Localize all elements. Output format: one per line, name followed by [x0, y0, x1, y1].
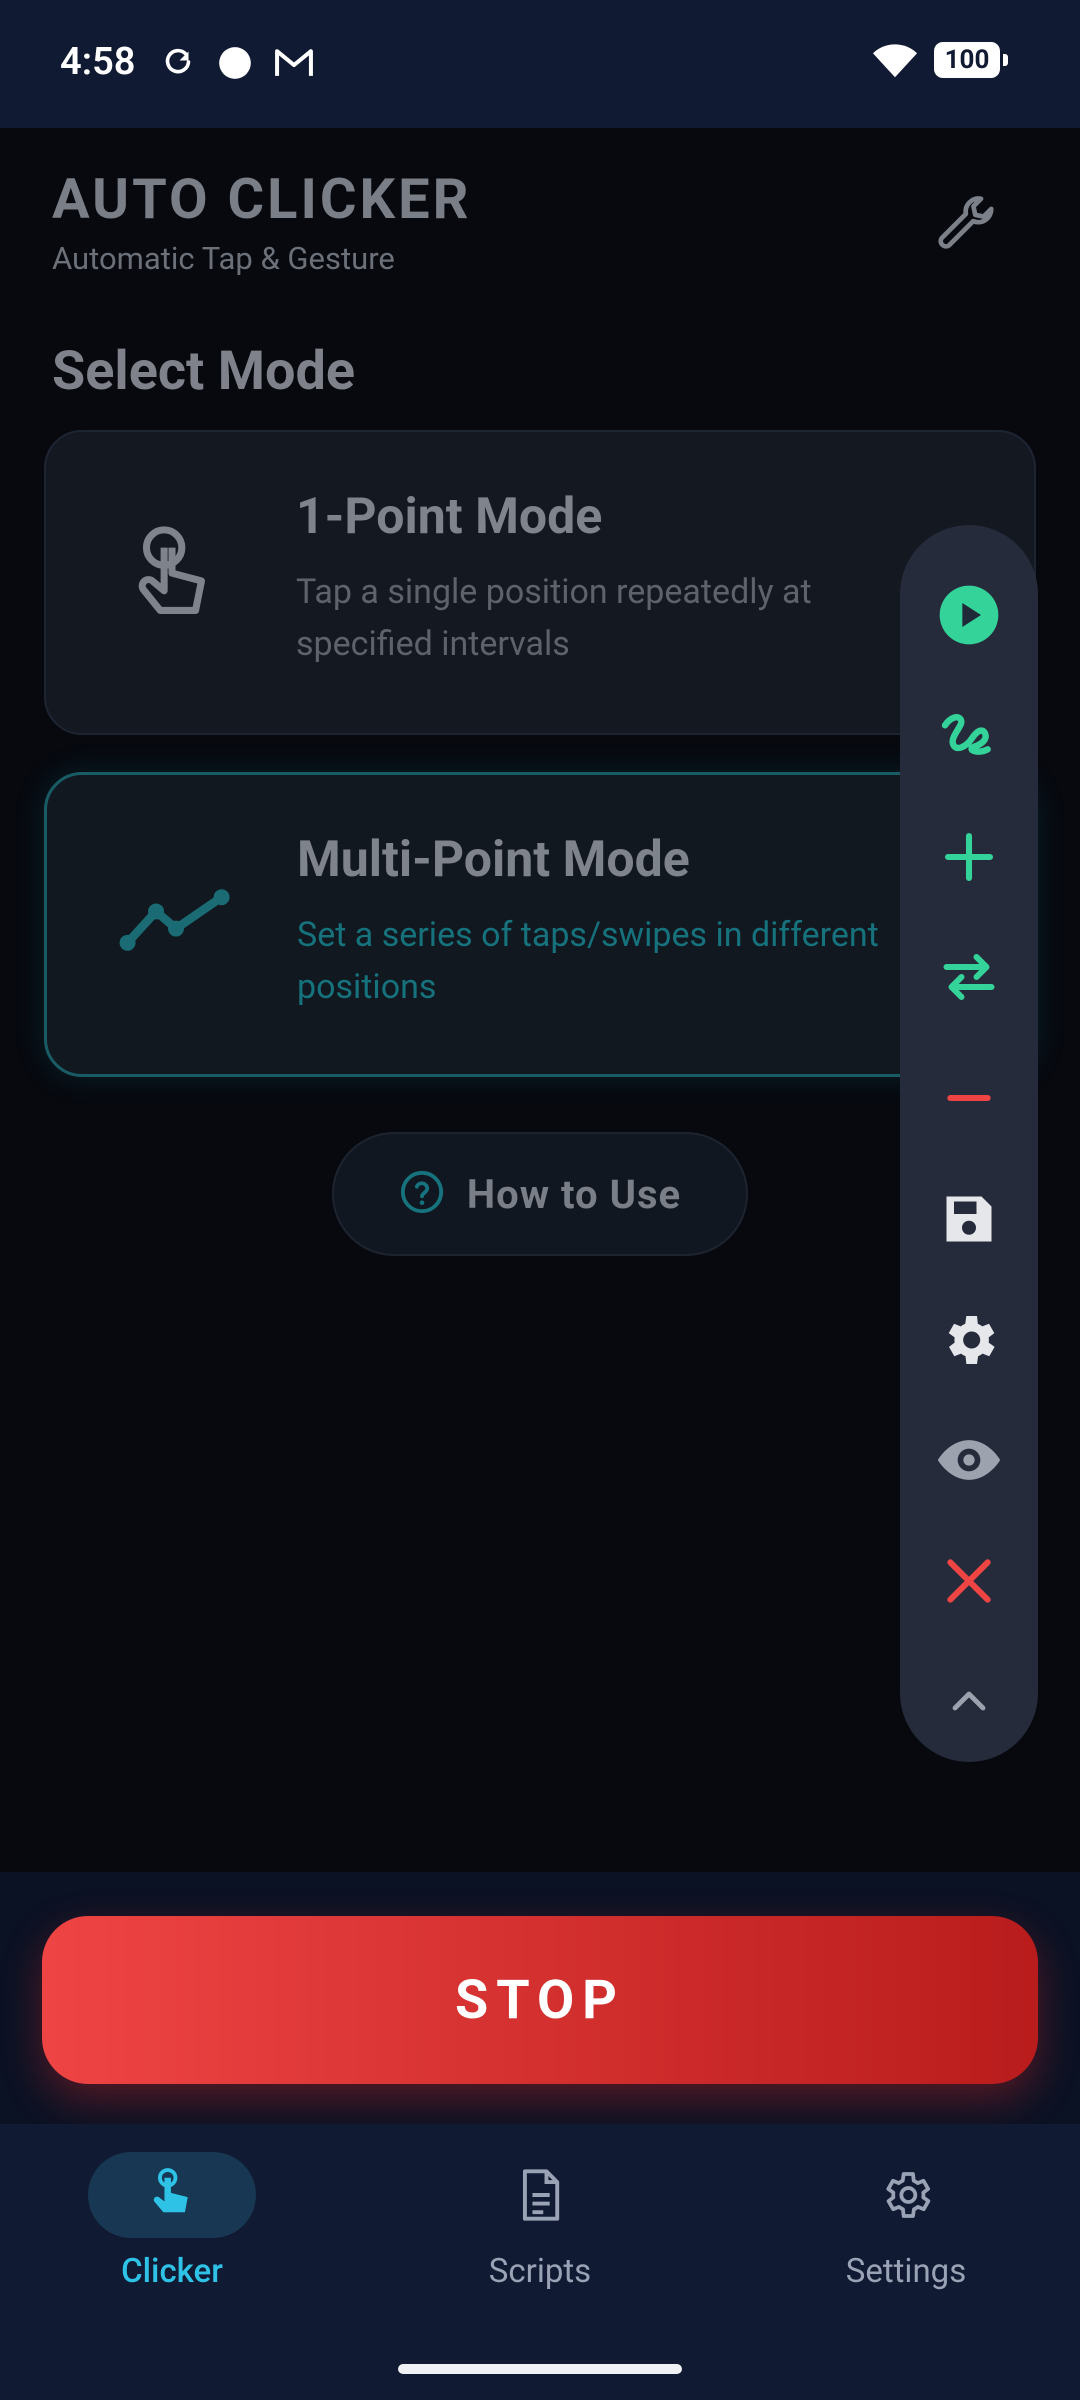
how-to-use-label: How to Use: [466, 1170, 682, 1218]
settings-icon[interactable]: [900, 1279, 1038, 1400]
wrench-icon[interactable]: [930, 190, 1000, 264]
play-icon[interactable]: [900, 555, 1038, 676]
eye-icon[interactable]: [900, 1400, 1038, 1521]
add-icon[interactable]: [900, 796, 1038, 917]
collapse-icon[interactable]: [900, 1641, 1038, 1762]
nav-item-clicker[interactable]: Clicker: [22, 2152, 322, 2322]
app-title: AUTO CLICKER: [52, 166, 472, 232]
app-subtitle: Automatic Tap & Gesture: [52, 240, 395, 277]
bottom-nav: Clicker Scripts Settings: [0, 2124, 1080, 2400]
wifi-icon: [872, 40, 918, 84]
document-icon: [456, 2152, 624, 2238]
help-circle-icon: [399, 1169, 445, 1219]
multi-point-icon: [119, 885, 233, 959]
how-to-use-button[interactable]: How to Use: [332, 1132, 748, 1256]
tap-icon: [88, 2152, 256, 2238]
mode-card-multi-point[interactable]: Multi-Point Mode Set a series of taps/sw…: [44, 772, 1036, 1077]
stop-button[interactable]: STOP: [42, 1916, 1038, 2084]
status-bar: 4:58 100: [0, 0, 1080, 128]
nav-item-settings[interactable]: Settings: [756, 2152, 1056, 2322]
gesture-icon[interactable]: [900, 676, 1038, 797]
battery-indicator: 100: [934, 42, 1008, 78]
mode-card-single-point[interactable]: 1-Point Mode Tap a single position repea…: [44, 430, 1036, 735]
floating-toolbar: [900, 525, 1038, 1762]
circle-icon: [216, 44, 254, 86]
mode-description: Tap a single position repeatedly at spec…: [296, 572, 812, 664]
mode-title: Multi-Point Mode: [297, 831, 690, 889]
mode-description: Set a series of taps/swipes in different…: [297, 915, 879, 1007]
gear-icon: [822, 2152, 990, 2238]
status-time: 4:58: [60, 40, 136, 84]
save-icon[interactable]: [900, 1159, 1038, 1280]
nav-item-scripts[interactable]: Scripts: [390, 2152, 690, 2322]
mode-title: 1-Point Mode: [296, 488, 603, 546]
nav-label: Clicker: [121, 2252, 223, 2291]
home-indicator[interactable]: [398, 2364, 682, 2374]
swap-icon[interactable]: [900, 917, 1038, 1038]
nav-label: Scripts: [488, 2252, 592, 2291]
section-title: Select Mode: [52, 340, 356, 403]
nav-label: Settings: [845, 2252, 967, 2291]
gmail-icon: [274, 44, 314, 84]
single-tap-icon: [124, 524, 220, 638]
stop-label: STOP: [454, 1968, 625, 2032]
sync-icon: [160, 44, 196, 84]
remove-icon[interactable]: [900, 1038, 1038, 1159]
close-icon[interactable]: [900, 1521, 1038, 1642]
